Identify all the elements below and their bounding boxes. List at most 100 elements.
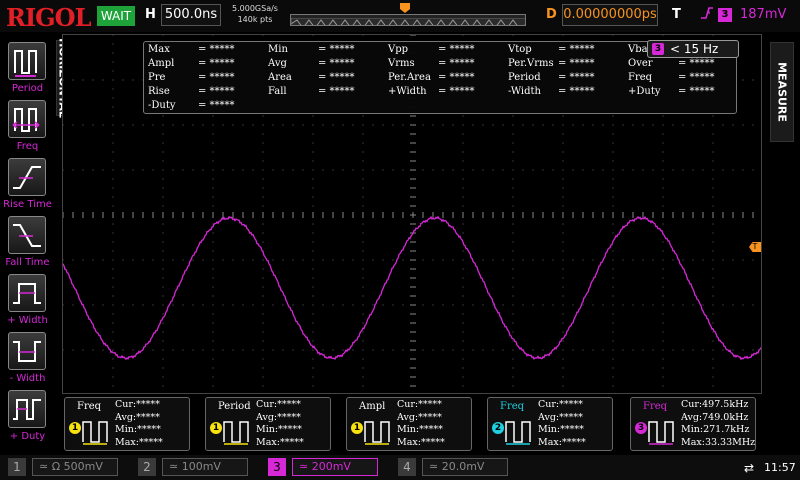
result-name: Freq: [643, 401, 668, 412]
channel-status-bar: 1 ≃ Ω 500mV 2 ≃ 100mV 3 ≃ 200mV 4 ≃ 20.0…: [0, 455, 800, 480]
menu-item-period[interactable]: Period: [0, 40, 55, 98]
measure-item-value: = *****: [198, 100, 235, 111]
channel-3-scale[interactable]: ≃ 200mV: [292, 458, 378, 476]
system-clock: 11:57: [764, 461, 796, 474]
measure-item-name: -Duty: [148, 100, 176, 111]
channel-1-scale-value: 500mV: [63, 460, 103, 473]
measure-item-name: Pre: [148, 72, 166, 83]
delay-value[interactable]: 0.00000000ps: [562, 4, 658, 26]
waveform-display[interactable]: Max = ***** Min = ***** Vpp = ***** Vtop = ****…: [62, 34, 762, 394]
measure-item-name: Over: [628, 58, 653, 69]
menu-item-freq[interactable]: Freq: [0, 98, 55, 156]
result-waveform-icon: [505, 421, 531, 445]
channel-2-number[interactable]: 2: [138, 458, 156, 476]
result-waveform-icon: [82, 421, 108, 445]
channel-3-badge: 3: [652, 43, 664, 55]
measure-item-value: = *****: [678, 72, 715, 83]
trigger-source-badge[interactable]: 3: [718, 8, 732, 22]
measure-item-name: +Duty: [628, 86, 661, 97]
measure-item-name: Avg: [268, 58, 287, 69]
menu-item-negative-width[interactable]: - Width: [0, 330, 55, 388]
channel-2-coupling: ≃: [169, 460, 179, 473]
menu-item-label: Fall Time: [5, 257, 50, 268]
measure-item-name: Rise: [148, 86, 170, 97]
result-stat-line: Max:*****: [538, 436, 586, 448]
run-status-badge[interactable]: WAIT: [97, 6, 135, 26]
measurement-result-box[interactable]: Freq 2 Cur:***** Avg:***** Min:***** Max:****…: [487, 397, 613, 451]
channel-1-coupling: ≃ Ω: [39, 460, 61, 473]
measure-item-name: Ampl: [148, 58, 175, 69]
result-stat-line: Cur:*****: [256, 399, 301, 410]
measure-item-value: = *****: [318, 44, 355, 55]
trigger-label: T: [672, 7, 681, 22]
result-statistics: Cur:***** Avg:***** Min:***** Max:*****: [538, 399, 586, 449]
channel-4-scale[interactable]: ≃ 20.0mV: [422, 458, 508, 476]
menu-item-fall-time[interactable]: Fall Time: [0, 214, 55, 272]
channel-2-scale-value: 100mV: [181, 460, 221, 473]
channel-3-number[interactable]: 3: [268, 458, 286, 476]
period-icon: [8, 42, 46, 80]
timebase-value[interactable]: 500.0ns: [161, 4, 221, 26]
measure-item-value: = *****: [678, 86, 715, 97]
channel-2-scale[interactable]: ≃ 100mV: [162, 458, 248, 476]
result-stat-line: Avg:*****: [115, 411, 160, 423]
channel-1-scale[interactable]: ≃ Ω 500mV: [32, 458, 118, 476]
measure-tab[interactable]: MEASURE: [770, 42, 794, 142]
menu-item-positive-duty[interactable]: + Duty: [0, 388, 55, 446]
trigger-position-marker: [400, 3, 410, 13]
menu-item-rise-time[interactable]: Rise Time: [0, 156, 55, 214]
usb-icon: ⇄: [744, 461, 755, 475]
result-channel-badge: 1: [69, 422, 81, 434]
measurement-result-box[interactable]: Freq 1 Cur:***** Avg:***** Min:***** Max:****…: [64, 397, 190, 451]
trigger-level-value[interactable]: 187mV: [740, 7, 786, 22]
channel-4-scale-value: 20.0mV: [441, 460, 485, 473]
measure-item-value: = *****: [438, 58, 475, 69]
negative-width-icon: [8, 332, 46, 370]
measure-item-value: = *****: [438, 44, 475, 55]
result-stat-line: Avg:*****: [538, 411, 583, 423]
measure-item-value: = *****: [318, 86, 355, 97]
left-softkey-menu: Period Freq Rise Time Fall Time + Width …: [0, 36, 55, 448]
frequency-warning: 3 < 15 Hz: [647, 40, 739, 58]
result-waveform-icon: [648, 421, 674, 445]
result-channel-badge: 2: [492, 422, 504, 434]
result-stat-line: Min:*****: [538, 424, 584, 435]
measure-item-value: = *****: [558, 86, 595, 97]
result-waveform-icon: [364, 421, 390, 445]
result-stat-line: Max:33.33MHz: [681, 436, 756, 448]
sample-rate: 5.000GSa/s: [232, 4, 278, 13]
channel-4-coupling: ≃: [429, 460, 439, 473]
measure-item-name: Vtop: [508, 44, 532, 55]
fall-time-icon: [8, 216, 46, 254]
measurement-result-box[interactable]: Period 1 Cur:***** Avg:***** Min:***** Max:**…: [205, 397, 331, 451]
measurement-result-box[interactable]: Ampl 1 Cur:***** Avg:***** Min:***** Max:****…: [346, 397, 472, 451]
menu-item-label: + Duty: [9, 431, 46, 442]
result-stat-line: Cur:*****: [397, 399, 442, 410]
menu-item-label: - Width: [9, 373, 46, 384]
top-status-bar: RIGOL WAIT H 500.0ns 5.000GSa/s 140k pts…: [0, 0, 800, 32]
measure-item-name: +Width: [388, 86, 427, 97]
result-name: Period: [218, 401, 251, 412]
acquisition-info: 5.000GSa/s 140k pts: [225, 3, 285, 25]
measure-item-name: Vrms: [388, 58, 415, 69]
measurement-result-box[interactable]: Freq 3 Cur:497.5kHz Avg:749.0kHz Min:271.7kH…: [630, 397, 756, 451]
measure-item-value: = *****: [198, 72, 235, 83]
measure-item-name: Freq: [628, 72, 653, 83]
memory-waveform-thumbnail: [291, 17, 525, 25]
horizontal-label: H: [145, 7, 156, 22]
measure-item-value: = *****: [438, 72, 475, 83]
result-channel-badge: 1: [210, 422, 222, 434]
delay-label: D: [546, 7, 557, 22]
measure-item-value: = *****: [198, 44, 235, 55]
positive-duty-icon: [8, 390, 46, 428]
result-stat-line: Avg:*****: [397, 411, 442, 423]
channel-1-number[interactable]: 1: [8, 458, 26, 476]
channel-4-number[interactable]: 4: [398, 458, 416, 476]
menu-item-label: Freq: [16, 141, 39, 152]
result-name: Freq: [77, 401, 102, 412]
result-stat-line: Min:271.7kHz: [681, 424, 750, 435]
menu-item-positive-width[interactable]: + Width: [0, 272, 55, 330]
result-stat-line: Min:*****: [256, 424, 302, 435]
measure-item-name: Period: [508, 72, 541, 83]
result-channel-badge: 3: [635, 422, 647, 434]
